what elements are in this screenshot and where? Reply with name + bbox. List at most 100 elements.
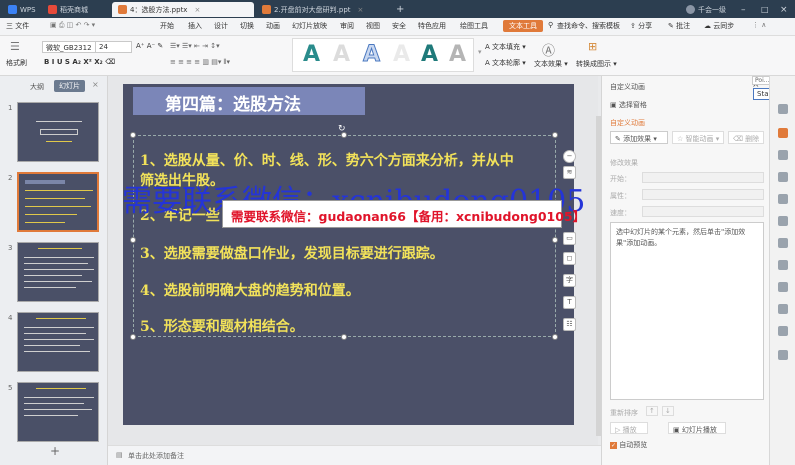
- menu-transition[interactable]: 切换: [240, 21, 254, 31]
- wps-home-tab[interactable]: WPS: [2, 2, 42, 17]
- animation-list[interactable]: 选中幻灯片的某个元素，然后单击"添加效果"添加动画。: [610, 222, 764, 400]
- maximize-button[interactable]: □: [755, 2, 775, 17]
- wordart-style-6[interactable]: A: [449, 42, 466, 67]
- animation-tool-icon[interactable]: [778, 128, 788, 138]
- speed-select[interactable]: [642, 206, 764, 217]
- wordart-style-3[interactable]: A: [362, 42, 380, 68]
- style-tool-icon[interactable]: [778, 194, 788, 204]
- user-account[interactable]: 千会一级: [680, 2, 732, 17]
- resize-handle[interactable]: [552, 237, 558, 243]
- menu-slideshow[interactable]: 幻灯片放映: [292, 21, 327, 31]
- resize-handle[interactable]: [341, 334, 347, 340]
- crop-icon[interactable]: ▭: [563, 232, 576, 245]
- text-icon[interactable]: 字: [563, 274, 576, 287]
- add-effect-button[interactable]: ✎ 添加效果 ▾: [610, 131, 668, 144]
- menu-security[interactable]: 安全: [392, 21, 406, 31]
- menu-home[interactable]: 开始: [160, 21, 174, 31]
- notes-input[interactable]: 单击此处添加备注: [128, 451, 184, 461]
- delete-effect-button[interactable]: ⌫ 删除: [728, 131, 764, 144]
- share-button[interactable]: ⇪ 分享: [630, 21, 652, 31]
- rotate-handle-icon[interactable]: ↻: [338, 124, 346, 134]
- list-icons[interactable]: ☰▾ ☰▾ ⇤ ⇥ ↕▾: [170, 42, 220, 50]
- text-effect-button[interactable]: 文本效果 ▾: [534, 59, 568, 69]
- shape-icon[interactable]: ◻: [563, 252, 576, 265]
- transition-tool-icon[interactable]: [778, 150, 788, 160]
- minimize-button[interactable]: –: [735, 2, 752, 17]
- move-down-icon[interactable]: ↓: [662, 406, 674, 416]
- slide-thumbnail-4[interactable]: [17, 312, 99, 372]
- slide-bullet-3[interactable]: 3、选股需要做盘口作业，发现目标要进行跟踪。: [140, 243, 444, 263]
- quick-access-icons[interactable]: ▣ ⎙ ◫ ↶ ↷ ▾: [50, 21, 95, 30]
- close-icon[interactable]: ×: [194, 6, 200, 14]
- text-effect-icon[interactable]: Ⓐ: [542, 40, 555, 59]
- slideshow-button[interactable]: ▣ 幻灯片播放: [668, 422, 726, 434]
- format-tool-icon[interactable]: [778, 172, 788, 182]
- slide-thumbnail-1[interactable]: [17, 102, 99, 162]
- menu-animation[interactable]: 动画: [266, 21, 280, 31]
- tab-slides[interactable]: 幻灯片: [54, 80, 85, 92]
- convert-diagram-icon[interactable]: ⊞: [588, 40, 597, 53]
- select-pane-button[interactable]: ▣ 选择窗格: [610, 100, 647, 110]
- slide-bullet-4[interactable]: 4、选股前明确大盘的趋势和位置。: [140, 280, 360, 300]
- settings-tool-icon[interactable]: [778, 326, 788, 336]
- convert-diagram-button[interactable]: 转换成图示 ▾: [576, 59, 617, 69]
- wordart-style-1[interactable]: A: [303, 42, 320, 67]
- textbox-icon[interactable]: T: [563, 296, 576, 309]
- font-style-buttons[interactable]: B I U S A₂ X² X₂ ⌫: [44, 58, 115, 66]
- start-select[interactable]: [642, 172, 764, 183]
- resize-handle[interactable]: [130, 237, 136, 243]
- shape-tool-icon[interactable]: [778, 238, 788, 248]
- select-tool-icon[interactable]: [778, 104, 788, 114]
- resize-handle[interactable]: [552, 132, 558, 138]
- menu-file[interactable]: 三 文件: [6, 21, 29, 31]
- close-icon[interactable]: ×: [358, 6, 364, 14]
- menu-view[interactable]: 视图: [366, 21, 380, 31]
- resize-handle[interactable]: [130, 132, 136, 138]
- table-tool-icon[interactable]: [778, 260, 788, 270]
- menu-design[interactable]: 设计: [214, 21, 228, 31]
- media-tool-icon[interactable]: [778, 304, 788, 314]
- slide-title[interactable]: 第四篇：选股方法: [165, 90, 301, 115]
- layout-tool-icon[interactable]: [778, 216, 788, 226]
- close-icon[interactable]: ×: [92, 80, 99, 89]
- comment-button[interactable]: ✎ 批注: [668, 21, 690, 31]
- menu-drawing-tools[interactable]: 绘图工具: [460, 21, 488, 31]
- resize-handle[interactable]: [130, 334, 136, 340]
- menu-insert[interactable]: 插入: [188, 21, 202, 31]
- wordart-gallery[interactable]: A A A A A A: [292, 38, 474, 72]
- tab-doc-2[interactable]: 2.开盘前对大盘研判.ppt ×: [256, 2, 388, 17]
- close-window-button[interactable]: ×: [774, 2, 794, 17]
- collapse-icon[interactable]: −: [563, 150, 576, 163]
- slide-bullet-5[interactable]: 5、形态要和题材相结合。: [140, 316, 304, 336]
- font-size-select[interactable]: 24: [95, 41, 132, 53]
- search-icon[interactable]: ⚲: [548, 21, 553, 29]
- gallery-more-icon[interactable]: ▾: [478, 48, 482, 56]
- text-fill-button[interactable]: A 文本填充 ▾: [485, 42, 526, 52]
- format-painter-button[interactable]: 格式刷: [6, 58, 27, 68]
- image-tool-icon[interactable]: [778, 282, 788, 292]
- slide-thumbnail-2[interactable]: [17, 172, 99, 232]
- wordart-style-4[interactable]: A: [393, 42, 410, 67]
- wordart-style-5[interactable]: A: [421, 42, 438, 67]
- new-tab-button[interactable]: +: [390, 2, 410, 17]
- menu-text-tools[interactable]: 文本工具: [503, 20, 543, 32]
- add-slide-button[interactable]: +: [50, 444, 60, 458]
- move-up-icon[interactable]: ↑: [646, 406, 658, 416]
- help-tool-icon[interactable]: [778, 350, 788, 360]
- play-button[interactable]: ▷ 播放: [610, 422, 648, 434]
- wordart-style-2[interactable]: A: [333, 42, 350, 67]
- slide-thumbnail-3[interactable]: [17, 242, 99, 302]
- tab-doc-active[interactable]: 4：选股方法.pptx ×: [112, 2, 254, 17]
- menu-review[interactable]: 审阅: [340, 21, 354, 31]
- text-outline-button[interactable]: A 文本轮廓 ▾: [485, 58, 526, 68]
- menu-features[interactable]: 特色应用: [418, 21, 446, 31]
- command-search-input[interactable]: 查找命令、搜索模板: [557, 21, 620, 31]
- smart-animation-button[interactable]: ☆ 智能动画 ▾: [672, 131, 724, 144]
- tab-store[interactable]: 稻壳商城: [42, 2, 94, 17]
- font-grow-icon[interactable]: A⁺ A⁻ ✎: [136, 42, 163, 50]
- effect-icon[interactable]: ☷: [563, 318, 576, 331]
- sync-button[interactable]: ☁ 云同步: [704, 21, 734, 31]
- autopreview-checkbox[interactable]: ✓ 自动预览: [610, 440, 647, 450]
- more-icons[interactable]: ⋮ ∧: [752, 21, 766, 29]
- align-icons[interactable]: ≡ ≡ ≡ ≡ ▥ ▤▾ ⫴▾: [170, 58, 230, 67]
